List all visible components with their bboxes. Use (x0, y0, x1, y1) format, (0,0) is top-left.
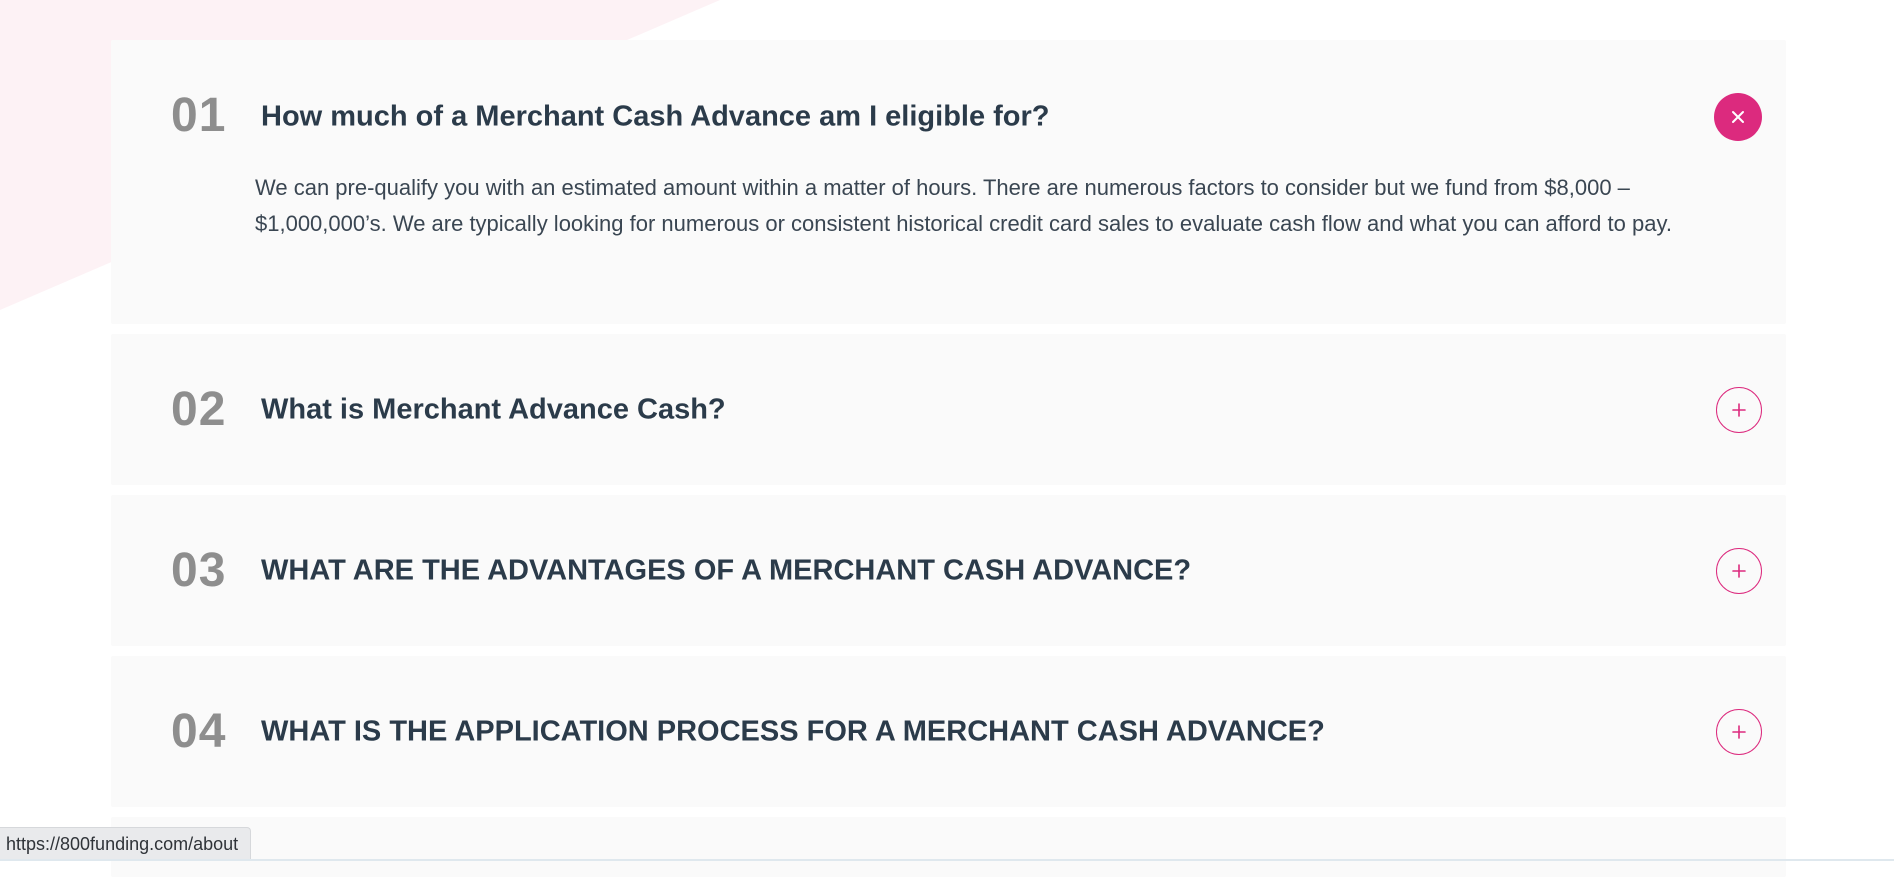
faq-item-number: 01 (171, 89, 227, 142)
faq-item-header[interactable]: 03 WHAT ARE THE ADVANTAGES OF A MERCHANT… (111, 495, 1786, 646)
faq-expand-button[interactable] (1716, 708, 1762, 755)
faq-item-title[interactable]: What is Merchant Advance Cash? (261, 395, 726, 424)
faq-expand-button[interactable] (1716, 547, 1762, 594)
faq-item-title[interactable]: WHAT ARE THE ADVANTAGES OF A MERCHANT CA… (261, 556, 1191, 585)
faq-item-2: 02 What is Merchant Advance Cash? (111, 334, 1786, 485)
faq-item-number: 02 (171, 382, 227, 436)
faq-expand-button[interactable] (1716, 386, 1762, 433)
faq-item-number: 04 (171, 704, 227, 758)
faq-item-header[interactable]: 02 What is Merchant Advance Cash? (111, 334, 1786, 485)
faq-item-title[interactable]: WHAT IS THE APPLICATION PROCESS FOR A ME… (261, 717, 1325, 746)
faq-item-header[interactable]: 04 WHAT IS THE APPLICATION PROCESS FOR A… (111, 656, 1786, 807)
plus-icon (1732, 402, 1746, 417)
plus-icon (1732, 724, 1746, 739)
faq-item-4: 04 WHAT IS THE APPLICATION PROCESS FOR A… (111, 656, 1786, 807)
link-status-url: https://800funding.com/about (0, 827, 252, 861)
faq-accordion: 01 How much of a Merchant Cash Advance a… (111, 40, 1786, 877)
faq-item-1: 01 How much of a Merchant Cash Advance a… (111, 40, 1786, 324)
faq-item-title[interactable]: How much of a Merchant Cash Advance am I… (261, 102, 1050, 132)
faq-item-answer: We can pre-qualify you with an estimated… (255, 175, 1672, 236)
faq-item-number: 03 (171, 543, 227, 597)
plus-icon (1732, 563, 1746, 578)
faq-item-3: 03 WHAT ARE THE ADVANTAGES OF A MERCHANT… (111, 495, 1786, 646)
faq-item-5-partial (111, 817, 1786, 877)
close-icon (1732, 111, 1744, 123)
faq-collapse-button[interactable] (1714, 93, 1762, 141)
